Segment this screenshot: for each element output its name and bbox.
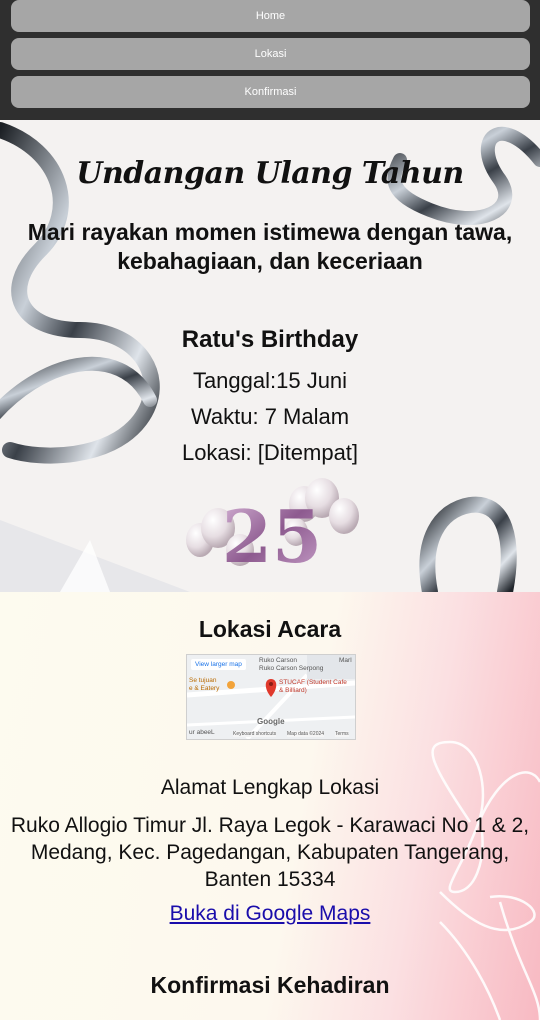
invitation-script-title: Undangan Ulang Tahun (76, 156, 464, 191)
balloon-number: 25 (222, 494, 322, 579)
terms-link[interactable]: Terms (335, 731, 349, 737)
attendance-confirmation-title: Konfirmasi Kehadiran (150, 972, 390, 998)
google-logo: Google (257, 717, 285, 726)
invitation-tagline: Mari rayakan momen istimewa dengan tawa,… (27, 219, 513, 274)
restaurant-icon (227, 681, 235, 689)
map-data-credit: Map data ©2024 (287, 731, 325, 737)
map-label-se-tujuan: Se tujuan (189, 677, 217, 684)
view-larger-map-link[interactable]: View larger map (191, 659, 246, 670)
map-label-eatery: e & Eatery (189, 685, 220, 692)
open-google-maps-link[interactable]: Buka di Google Maps (0, 902, 540, 926)
map-pin-icon (265, 679, 277, 697)
full-address: Ruko Allogio Timur Jl. Raya Legok - Kara… (10, 814, 530, 891)
keyboard-shortcuts-link[interactable]: Keyboard shortcuts (233, 731, 277, 737)
map-label-marl: Marl (339, 657, 352, 664)
nav-konfirmasi-button[interactable]: Konfirmasi (11, 76, 530, 108)
address-heading: Alamat Lengkap Lokasi (160, 776, 380, 799)
event-time: Waktu: 7 Malam (190, 404, 350, 429)
event-date: Tanggal:15 Juni (192, 368, 348, 393)
top-navigation: Home Lokasi Konfirmasi (0, 0, 540, 120)
location-title: Lokasi Acara (198, 616, 342, 642)
map-label-ur-abeel: ur abeeL (189, 729, 215, 736)
map-label-carson: Ruko Carson (259, 657, 297, 664)
birthday-name: Ratu's Birthday (181, 326, 359, 353)
map-label-carson-serpong: Ruko Carson Serpong (259, 665, 324, 672)
map-label-stucaf: STUCAF (Student Cafe & Billiard) (279, 679, 347, 694)
nav-home-button[interactable]: Home (11, 0, 530, 32)
event-place: Lokasi: [Ditempat] (181, 440, 359, 465)
location-section: Lokasi Acara View larger map Ruko Carson… (0, 592, 540, 1020)
nav-lokasi-button[interactable]: Lokasi (11, 38, 530, 70)
embedded-map[interactable]: View larger map Ruko Carson Ruko Carson … (186, 654, 356, 740)
invitation-hero: 25 Undangan Ulang Tahun Mari rayakan mom… (0, 120, 540, 592)
